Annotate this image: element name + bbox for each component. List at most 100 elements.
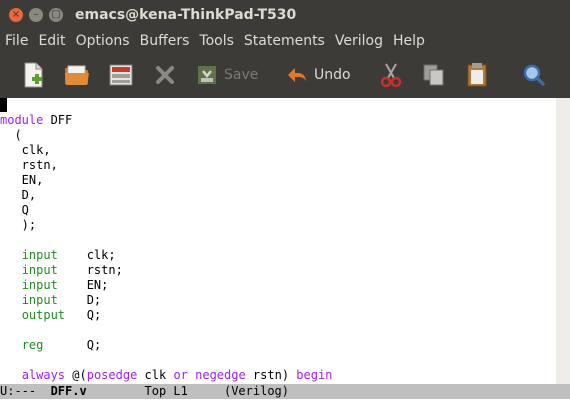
code-keyword: or [173, 368, 188, 382]
code-line: EN, [0, 173, 556, 188]
undo-button[interactable]: Undo [286, 60, 351, 90]
code-keyword: posedge [86, 368, 138, 382]
menu-statements[interactable]: Statements [239, 31, 330, 51]
menu-verilog[interactable]: Verilog [330, 31, 388, 51]
code-line: ); [0, 218, 556, 233]
window-title: emacs@kena-ThinkPad-T530 [75, 7, 297, 23]
code-token: ( [0, 128, 22, 142]
code-keyword: negedge [195, 368, 246, 382]
code-token: ); [0, 218, 37, 232]
minimize-icon: – [33, 9, 39, 20]
menu-edit[interactable]: Edit [33, 31, 70, 51]
menu-bar: File Edit Options Buffers Tools Statemen… [0, 30, 570, 52]
modeline-status: U:--- [0, 384, 51, 398]
code-token: clk, [0, 143, 51, 157]
code-line: input EN; [0, 278, 556, 293]
dired-icon [109, 64, 133, 86]
right-fringe [556, 98, 570, 384]
new-file-icon [24, 62, 43, 88]
save-button[interactable]: Save [196, 60, 258, 90]
new-file-button[interactable] [22, 60, 46, 90]
code-line: input clk; [0, 248, 556, 263]
code-token: rstn, [0, 158, 58, 172]
code-token: Q; [43, 338, 102, 352]
emacs-window: × – □ emacs@kena-ThinkPad-T530 File Edit… [0, 0, 570, 414]
paste-icon [467, 63, 487, 87]
code-keyword: begin [296, 368, 333, 382]
code-keyword: module [0, 113, 44, 127]
code-line: always @(posedge clk or negedge rstn) be… [0, 368, 556, 383]
code-line: D, [0, 188, 556, 203]
code-token: rstn) [245, 368, 297, 382]
code-line: input rstn; [0, 263, 556, 278]
code-token: rstn; [57, 263, 123, 277]
copy-button[interactable] [422, 60, 446, 90]
code-line: Q [0, 203, 556, 218]
undo-label: Undo [314, 67, 351, 83]
cut-icon [380, 63, 402, 88]
code-line: ( [0, 128, 556, 143]
menu-file[interactable]: File [0, 31, 33, 51]
menu-buffers[interactable]: Buffers [135, 31, 195, 51]
code-line: rstn, [0, 158, 556, 173]
code-token: EN, [0, 173, 44, 187]
dired-button[interactable] [108, 60, 134, 90]
code-text: module DFF ( clk, rstn, EN, D, Q ); inpu… [0, 98, 556, 383]
code-line: clk, [0, 143, 556, 158]
code-token: D; [57, 293, 102, 307]
save-label: Save [224, 67, 259, 83]
modeline-buffer-name[interactable]: DFF.v [51, 384, 87, 398]
code-token: clk [137, 368, 174, 382]
code-type: input [21, 278, 58, 292]
copy-icon [423, 64, 444, 86]
modeline-position: Top L1 (Verilog) [86, 384, 290, 398]
code-token: @( [65, 368, 87, 382]
code-type: input [21, 263, 58, 277]
maximize-window-button[interactable]: □ [49, 8, 63, 22]
search-icon [523, 64, 545, 86]
code-type: output [21, 308, 66, 322]
code-keyword: always [21, 368, 66, 382]
code-token: EN; [57, 278, 109, 292]
open-file-button[interactable] [64, 60, 90, 90]
code-line [0, 98, 556, 113]
minibuffer[interactable] [0, 399, 570, 414]
minimize-window-button[interactable]: – [29, 8, 43, 22]
code-token: Q; [65, 308, 102, 322]
undo-icon [288, 68, 306, 83]
close-window-button[interactable]: × [9, 8, 23, 22]
open-folder-icon [65, 65, 89, 85]
toolbar: Save Undo [0, 52, 570, 98]
menu-options[interactable]: Options [71, 31, 135, 51]
code-line: module DFF [0, 113, 556, 128]
code-type: input [21, 293, 58, 307]
code-type: reg [21, 338, 44, 352]
close-buffer-button[interactable] [154, 60, 176, 90]
title-bar: × – □ emacs@kena-ThinkPad-T530 [0, 0, 570, 30]
search-button[interactable] [522, 60, 546, 90]
code-token: clk; [57, 248, 116, 262]
mode-line: U:--- DFF.v Top L1 (Verilog) [0, 384, 570, 399]
paste-button[interactable] [466, 60, 488, 90]
code-token: D, [0, 188, 37, 202]
maximize-icon: □ [51, 9, 61, 20]
code-line: output Q; [0, 308, 556, 323]
cut-button[interactable] [380, 60, 402, 90]
code-type: input [21, 248, 58, 262]
close-buffer-icon [156, 66, 174, 84]
code-line: reg Q; [0, 338, 556, 353]
menu-help[interactable]: Help [388, 31, 430, 51]
code-token: Q [0, 203, 29, 217]
menu-tools[interactable]: Tools [194, 31, 239, 51]
editor-buffer[interactable]: module DFF ( clk, rstn, EN, D, Q ); inpu… [0, 98, 556, 384]
